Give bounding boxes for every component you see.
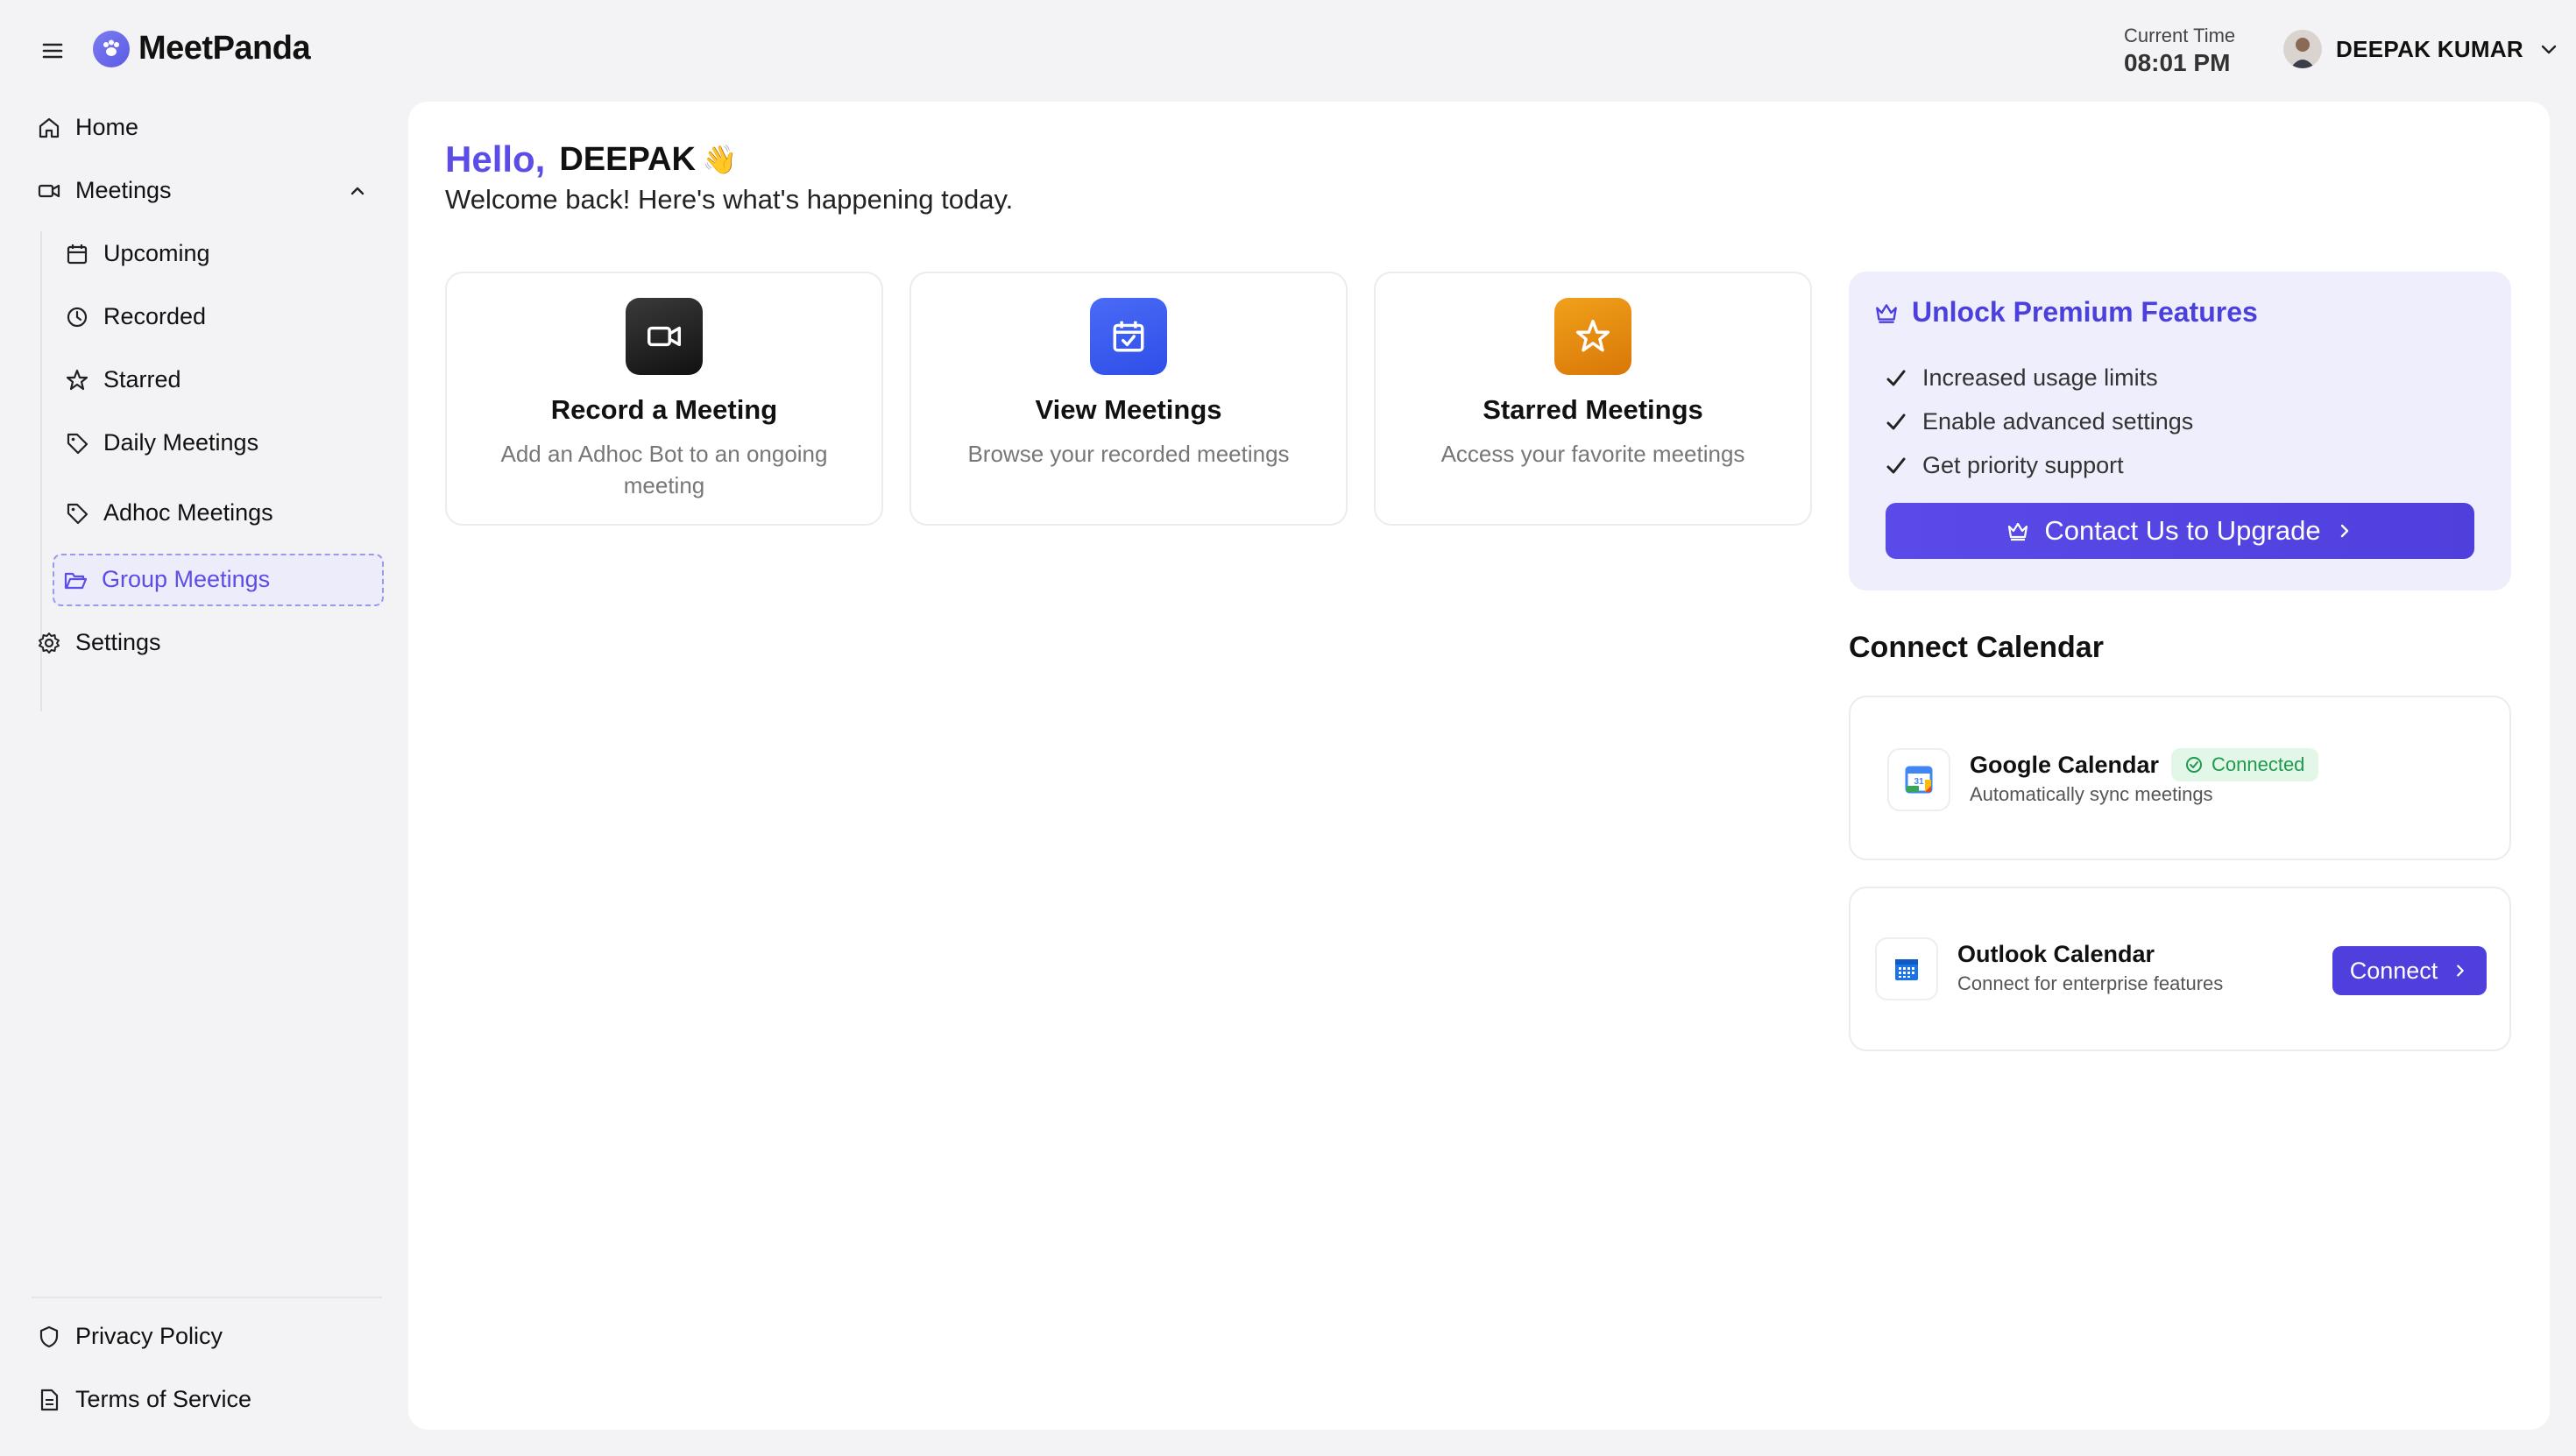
crown-icon (2006, 519, 2030, 543)
tag-icon (65, 501, 89, 526)
checkmark-icon (1886, 412, 1907, 433)
clock-icon (65, 305, 89, 329)
video-camera-icon (626, 298, 703, 375)
sidebar-item-privacy-policy[interactable]: Privacy Policy (37, 1323, 223, 1350)
sidebar-item-daily-meetings[interactable]: Daily Meetings (65, 429, 258, 456)
premium-feature: Enable advanced settings (1886, 408, 2193, 435)
checkmark-icon (1886, 368, 1907, 389)
sidebar-item-label: Terms of Service (75, 1386, 252, 1412)
tag-icon (65, 431, 89, 456)
star-icon (1554, 298, 1631, 375)
card-title: Starred Meetings (1483, 394, 1703, 425)
sidebar-item-label: Recorded (103, 303, 207, 329)
card-description: Add an Adhoc Bot to an ongoing meeting (500, 441, 828, 498)
sidebar: Home Meetings Upcoming Recorded Starred … (0, 102, 407, 1456)
current-time: Current Time 08:01 PM (2124, 25, 2235, 77)
document-icon (37, 1388, 61, 1412)
chevron-up-icon[interactable] (345, 179, 370, 203)
premium-panel: Unlock Premium Features Increased usage … (1849, 272, 2511, 590)
sidebar-item-label: Meetings (75, 177, 172, 203)
hamburger-menu-icon[interactable] (39, 37, 67, 65)
check-circle-icon (2185, 756, 2203, 774)
chevron-down-icon (2537, 38, 2560, 60)
google-calendar-icon: 31 (1887, 748, 1950, 811)
user-menu[interactable]: DEEPAK KUMAR (2283, 30, 2560, 68)
sidebar-item-meetings[interactable]: Meetings (37, 177, 370, 204)
sidebar-item-label: Upcoming (103, 240, 210, 266)
card-description: Browse your recorded meetings (967, 441, 1290, 467)
sidebar-item-group-meetings-content[interactable]: Group Meetings (63, 566, 270, 593)
greeting-hello: Hello, (445, 138, 546, 180)
calendar-check-icon (1090, 298, 1167, 375)
premium-feature-text: Enable advanced settings (1922, 408, 2194, 435)
sidebar-item-adhoc-meetings[interactable]: Adhoc Meetings (65, 499, 273, 527)
main-content: Hello, DEEPAK 👋 Welcome back! Here's wha… (408, 102, 2550, 1430)
view-meetings-card[interactable]: View Meetings Browse your recorded meeti… (909, 272, 1348, 526)
chevron-right-icon (2452, 962, 2469, 979)
premium-feature: Get priority support (1886, 452, 2124, 479)
sidebar-item-label: Privacy Policy (75, 1323, 223, 1349)
current-time-label: Current Time (2124, 25, 2236, 46)
sidebar-item-label: Home (75, 114, 139, 140)
status-badge: Connected (2171, 748, 2319, 781)
sidebar-item-label: Settings (75, 629, 161, 655)
greeting-name: DEEPAK (559, 140, 696, 178)
chevron-right-icon (2335, 521, 2354, 541)
outlook-connect-button[interactable]: Connect (2332, 946, 2487, 995)
sidebar-divider (32, 1297, 382, 1298)
welcome-message: Welcome back! Here's what's happening to… (445, 184, 1014, 215)
outlook-calendar-icon (1875, 937, 1938, 1000)
premium-feature-text: Increased usage limits (1922, 364, 2158, 391)
current-time-value: 08:01 PM (2124, 49, 2231, 76)
panda-paw-icon (93, 30, 130, 67)
app-logo[interactable]: MeetPanda (93, 30, 311, 67)
sidebar-item-starred[interactable]: Starred (65, 366, 181, 393)
sidebar-item-label: Group Meetings (102, 566, 271, 592)
card-title: Record a Meeting (550, 394, 778, 425)
card-description: Access your favorite meetings (1440, 441, 1745, 467)
star-icon (65, 368, 89, 392)
contact-upgrade-button[interactable]: Contact Us to Upgrade (1886, 503, 2474, 559)
video-camera-icon (37, 179, 61, 203)
google-calendar-subtitle: Automatically sync meetings (1970, 783, 2213, 805)
sidebar-item-label: Daily Meetings (103, 429, 259, 456)
greeting: Hello, DEEPAK 👋 (445, 138, 738, 180)
card-title: View Meetings (1035, 394, 1222, 425)
waving-hand-icon: 👋 (702, 144, 738, 175)
shield-icon (37, 1325, 61, 1349)
upgrade-button-label: Contact Us to Upgrade (2044, 515, 2321, 546)
user-name: DEEPAK KUMAR (2336, 35, 2524, 62)
calendar-day-number: 31 (1914, 777, 1924, 787)
sidebar-item-label: Adhoc Meetings (103, 499, 273, 526)
checkmark-icon (1886, 456, 1907, 477)
record-meeting-card[interactable]: Record a Meeting Add an Adhoc Bot to an … (445, 272, 883, 526)
gear-icon (37, 631, 61, 655)
top-header: MeetPanda Current Time 08:01 PM DEEPAK K… (0, 0, 2576, 102)
crown-icon (1873, 300, 1900, 326)
sidebar-item-upcoming[interactable]: Upcoming (65, 240, 210, 267)
sidebar-item-settings[interactable]: Settings (37, 629, 161, 656)
calendar-icon (65, 242, 89, 266)
starred-meetings-card[interactable]: Starred Meetings Access your favorite me… (1374, 272, 1812, 526)
premium-title: Unlock Premium Features (1873, 296, 2258, 329)
premium-feature: Increased usage limits (1886, 364, 2158, 392)
outlook-calendar-subtitle: Connect for enterprise features (1957, 972, 2224, 994)
home-icon (37, 116, 61, 140)
connect-button-label: Connect (2349, 957, 2438, 984)
app-name: MeetPanda (138, 30, 311, 67)
sidebar-item-recorded[interactable]: Recorded (65, 303, 206, 330)
outlook-calendar-title: Outlook Calendar (1957, 941, 2155, 967)
outlook-calendar-card: Outlook Calendar Connect for enterprise … (1849, 887, 2511, 1051)
sidebar-item-home[interactable]: Home (37, 114, 138, 141)
google-calendar-card: 31 Google Calendar Connected Automatical… (1849, 696, 2511, 860)
premium-feature-text: Get priority support (1922, 452, 2124, 478)
google-calendar-title: Google Calendar (1970, 752, 2160, 778)
sidebar-item-terms-of-service[interactable]: Terms of Service (37, 1386, 251, 1413)
premium-title-text: Unlock Premium Features (1912, 296, 2258, 328)
sidebar-item-label: Starred (103, 366, 181, 392)
status-badge-label: Connected (2212, 753, 2305, 775)
avatar (2283, 30, 2322, 68)
folder-open-icon (63, 568, 88, 592)
connect-calendar-heading: Connect Calendar (1849, 631, 2104, 664)
